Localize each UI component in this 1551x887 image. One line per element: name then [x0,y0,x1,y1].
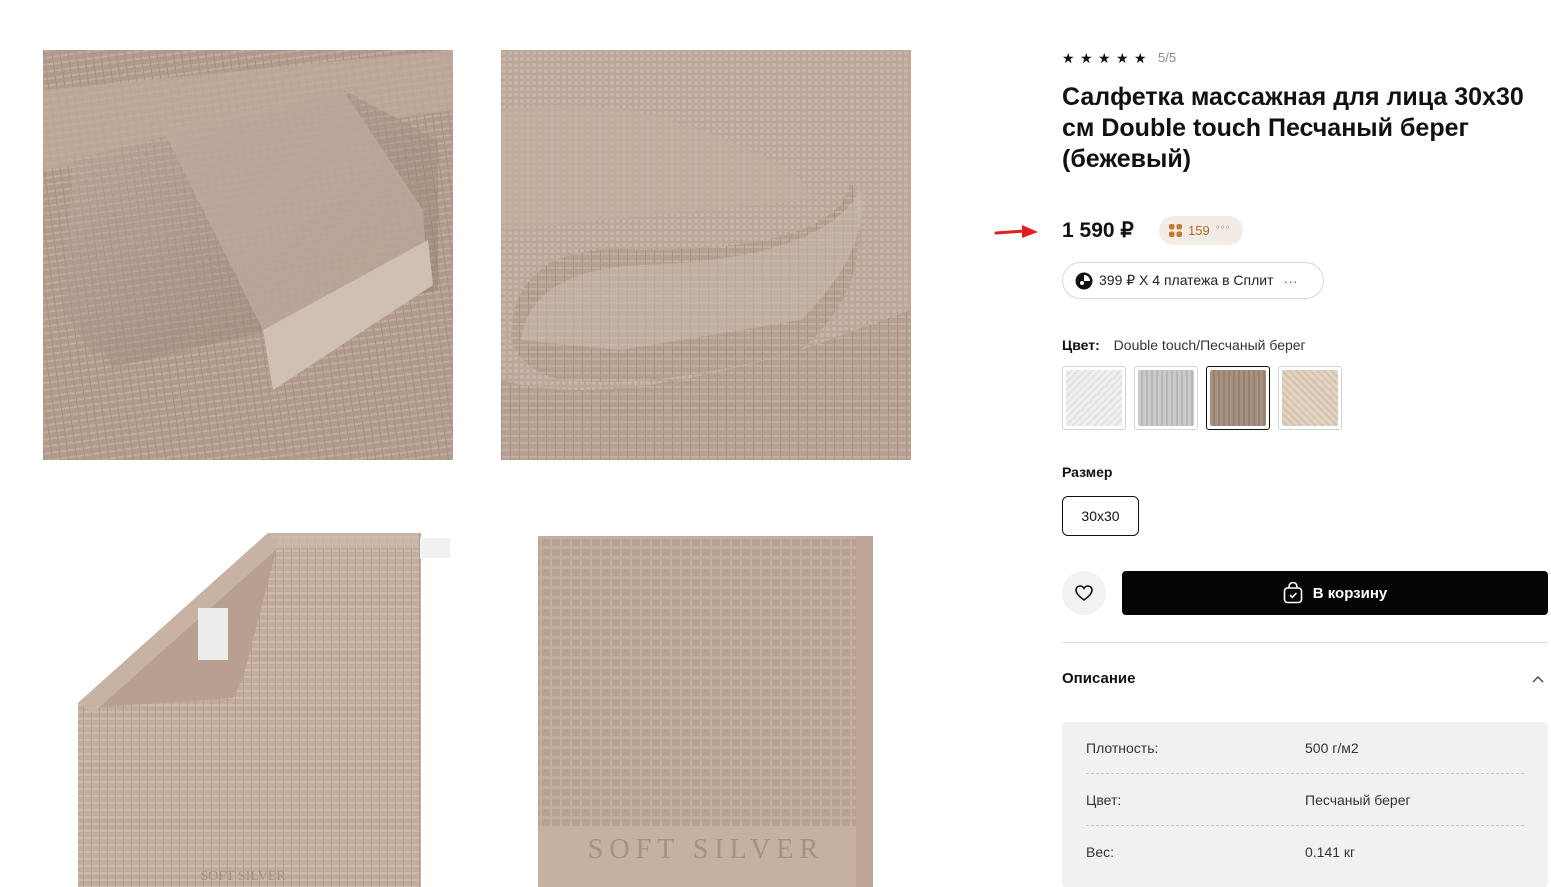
split-payment-button[interactable]: 399 ₽ X 4 платежа в Сплит ··· [1062,262,1324,299]
split-more-icon: ··· [1283,272,1298,289]
product-gallery: SOFT SILVER SOFT SILVER [0,0,960,887]
color-selector-label: Цвет: Double touch/Песчаный берег [1062,336,1306,354]
bonus-icon [1169,224,1182,237]
product-title: Салфетка массажная для лица 30х30 см Dou… [1062,83,1524,173]
spec-key: Плотность: [1086,739,1159,756]
spec-row: Вес: 0.141 кг [1086,826,1524,878]
shopping-bag-icon [1283,582,1303,604]
more-icon: °°° [1215,225,1231,236]
product-rating[interactable]: ★ ★ ★ ★ ★ 5/5 [1062,50,1176,65]
product-price: 1 590 ₽ [1062,219,1134,242]
rating-value: 5/5 [1158,50,1177,65]
star-icon: ★ [1080,49,1093,66]
bonus-points-value: 159 [1188,223,1210,238]
swatch-white-fill [1066,370,1122,426]
size-label: Размер [1062,464,1113,480]
description-label: Описание [1062,670,1136,687]
star-icon: ★ [1134,49,1147,66]
spec-row: Цвет: Песчаный берег [1086,774,1524,826]
product-photo-towel-loop[interactable] [501,50,911,460]
svg-text:SOFT SILVER: SOFT SILVER [200,869,286,884]
add-to-cart-button[interactable]: В корзину [1122,571,1548,615]
split-payment-text: 399 ₽ X 4 платежа в Сплит [1099,272,1274,288]
swatch-beige[interactable] [1278,366,1342,430]
size-option-30x30[interactable]: 30x30 [1062,496,1139,536]
chevron-up-icon [1532,675,1544,682]
spec-value: 0.141 кг [1305,844,1356,860]
star-icon: ★ [1098,49,1111,66]
swatch-sand[interactable] [1206,366,1270,430]
product-photo-corner-folded[interactable]: SOFT SILVER [43,508,453,887]
red-arrow-icon [994,225,1038,238]
favorite-button[interactable] [1062,571,1106,615]
spec-value: Песчаный берег [1305,791,1411,808]
spec-key: Цвет: [1086,791,1122,808]
color-value: Double touch/Песчаный берег [1113,337,1306,353]
spec-value: 500 г/м2 [1305,739,1359,756]
description-toggle[interactable]: Описание [1062,670,1548,687]
color-swatches [1062,366,1342,430]
heart-icon [1075,585,1093,601]
svg-text:SOFT SILVER: SOFT SILVER [588,834,824,865]
bonus-points-badge[interactable]: 159 °°° [1159,216,1243,245]
product-info: ★ ★ ★ ★ ★ 5/5 Салфетка массажная для лиц… [994,0,1548,887]
spec-key: Вес: [1086,844,1115,860]
swatch-white[interactable] [1062,366,1126,430]
color-label: Цвет: [1062,337,1100,353]
star-icon: ★ [1116,49,1129,66]
swatch-grey-fill [1138,370,1194,426]
swatch-beige-fill [1282,370,1338,426]
specs-table: Плотность: 500 г/м2 Цвет: Песчаный берег… [1062,722,1548,887]
divider [1062,642,1548,643]
spec-row: Плотность: 500 г/м2 [1086,722,1524,774]
add-to-cart-label: В корзину [1312,584,1388,602]
split-logo-icon [1075,272,1093,289]
swatch-sand-fill [1210,370,1266,426]
star-icon: ★ [1062,49,1075,66]
swatch-grey[interactable] [1134,366,1198,430]
product-photo-flat[interactable]: SOFT SILVER [501,508,911,887]
product-photo-folded-towel[interactable] [43,50,453,460]
